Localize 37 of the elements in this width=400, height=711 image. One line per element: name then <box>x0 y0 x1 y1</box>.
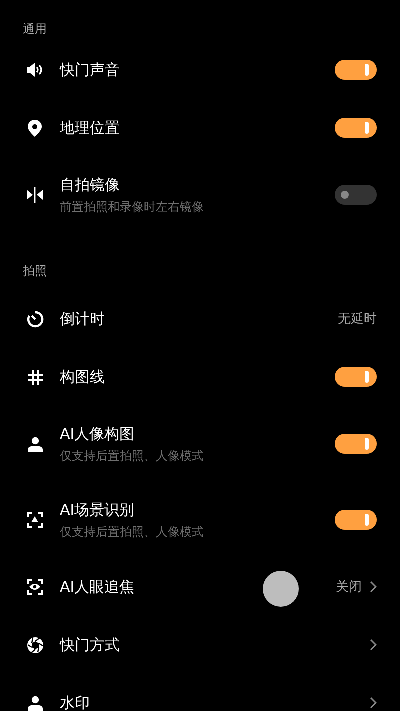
section-header: 通用 <box>23 22 47 36</box>
setting-label: AI人像构图 <box>60 424 135 444</box>
chevron-right-icon[interactable] <box>370 697 377 709</box>
setting-label: 水印 <box>60 693 90 711</box>
eye-focus-icon <box>27 579 43 595</box>
toggle-switch[interactable] <box>335 60 377 80</box>
setting-description: 仅支持后置拍照、人像模式 <box>60 524 204 540</box>
toggle-switch[interactable] <box>335 367 377 387</box>
setting-description: 仅支持后置拍照、人像模式 <box>60 448 204 464</box>
aperture-icon <box>26 636 44 654</box>
floating-button[interactable] <box>263 571 299 607</box>
chevron-right-icon[interactable] <box>370 639 377 651</box>
timer-icon <box>26 310 44 328</box>
toggle-switch[interactable] <box>335 510 377 530</box>
scene-detect-icon <box>27 512 43 528</box>
setting-label: 倒计时 <box>60 309 105 329</box>
setting-value: 无延时 <box>338 311 377 328</box>
mirror-icon <box>27 187 43 203</box>
chevron-right-icon[interactable] <box>370 581 377 593</box>
setting-label: 地理位置 <box>60 118 120 138</box>
setting-label: AI人眼追焦 <box>60 577 135 597</box>
toggle-switch[interactable] <box>335 434 377 454</box>
setting-description: 前置拍照和录像时左右镜像 <box>60 199 204 215</box>
grid-icon <box>28 370 42 384</box>
person-icon <box>28 436 42 452</box>
person-icon <box>28 696 42 710</box>
setting-label: 快门方式 <box>60 635 120 655</box>
setting-label: 构图线 <box>60 367 105 387</box>
toggle-switch[interactable] <box>335 118 377 138</box>
section-header: 拍照 <box>23 264 47 278</box>
setting-label: 快门声音 <box>60 60 120 80</box>
setting-label: 自拍镜像 <box>60 175 120 195</box>
location-pin-icon <box>28 120 42 136</box>
speaker-icon <box>26 63 44 77</box>
setting-label: AI场景识别 <box>60 500 135 520</box>
setting-value: 关闭 <box>336 579 362 596</box>
toggle-switch[interactable] <box>335 185 377 205</box>
